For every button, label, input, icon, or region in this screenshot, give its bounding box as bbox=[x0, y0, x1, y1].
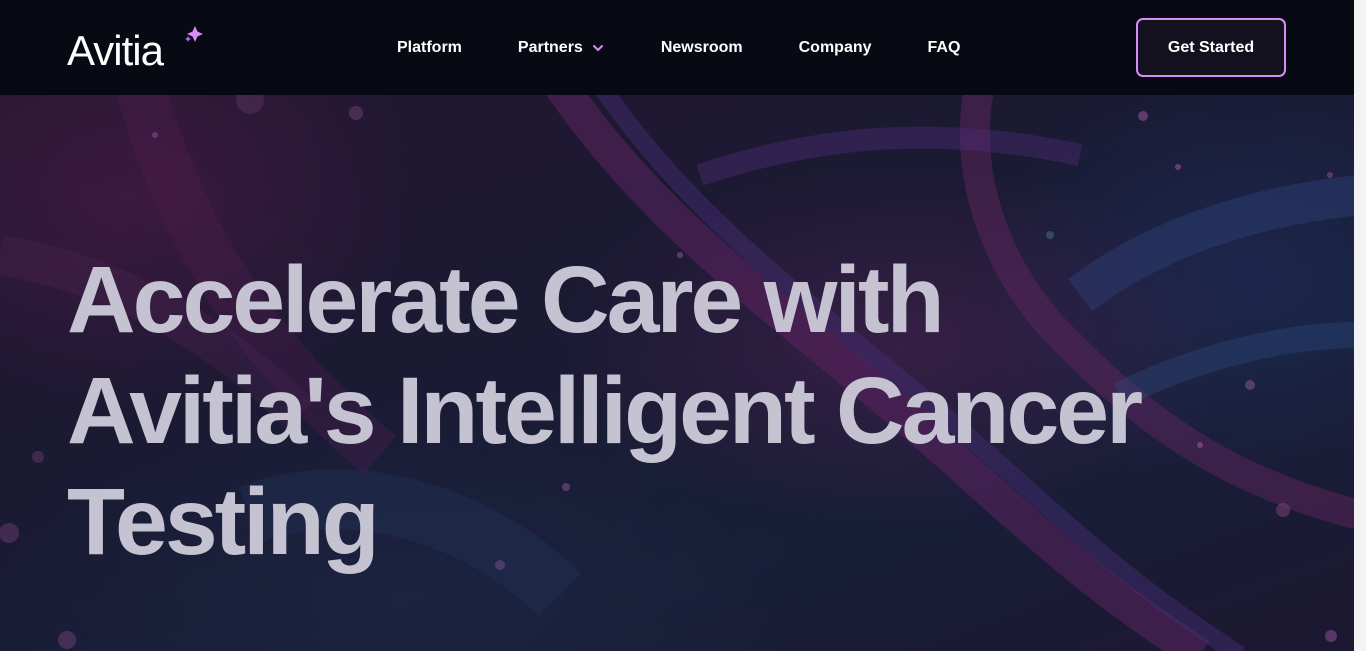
nav-item-partners[interactable]: Partners bbox=[518, 39, 605, 57]
nav-item-faq[interactable]: FAQ bbox=[928, 39, 961, 57]
hero-headline: Accelerate Care with Avitia's Intelligen… bbox=[67, 245, 1217, 578]
sparkle-icon bbox=[185, 26, 203, 42]
main-nav: Platform Partners Newsroom Company FAQ bbox=[397, 0, 960, 95]
nav-item-platform[interactable]: Platform bbox=[397, 39, 462, 57]
nav-label: Partners bbox=[517, 38, 583, 56]
nav-label: Company bbox=[798, 38, 872, 56]
nav-label: Platform bbox=[397, 38, 462, 56]
site-header: Avitia Platform Partners Newsroom Compan… bbox=[0, 0, 1354, 95]
chevron-down-icon bbox=[592, 44, 603, 51]
get-started-button[interactable]: Get Started bbox=[1136, 18, 1286, 77]
nav-label: FAQ bbox=[927, 38, 961, 56]
avitia-logo[interactable]: Avitia bbox=[67, 25, 203, 74]
scrollbar[interactable] bbox=[1354, 0, 1366, 651]
nav-item-company[interactable]: Company bbox=[799, 39, 872, 57]
nav-item-newsroom[interactable]: Newsroom bbox=[661, 39, 743, 57]
logo-wordmark: Avitia bbox=[67, 27, 164, 74]
headline-line-3: Testing bbox=[67, 469, 380, 575]
hero-section: Accelerate Care with Avitia's Intelligen… bbox=[0, 95, 1354, 651]
headline-line-1: Accelerate Care with bbox=[67, 247, 945, 353]
headline-line-2: Avitia's Intelligent Cancer bbox=[67, 358, 1143, 464]
page: Avitia Platform Partners Newsroom Compan… bbox=[0, 0, 1366, 651]
nav-label: Newsroom bbox=[660, 38, 743, 56]
